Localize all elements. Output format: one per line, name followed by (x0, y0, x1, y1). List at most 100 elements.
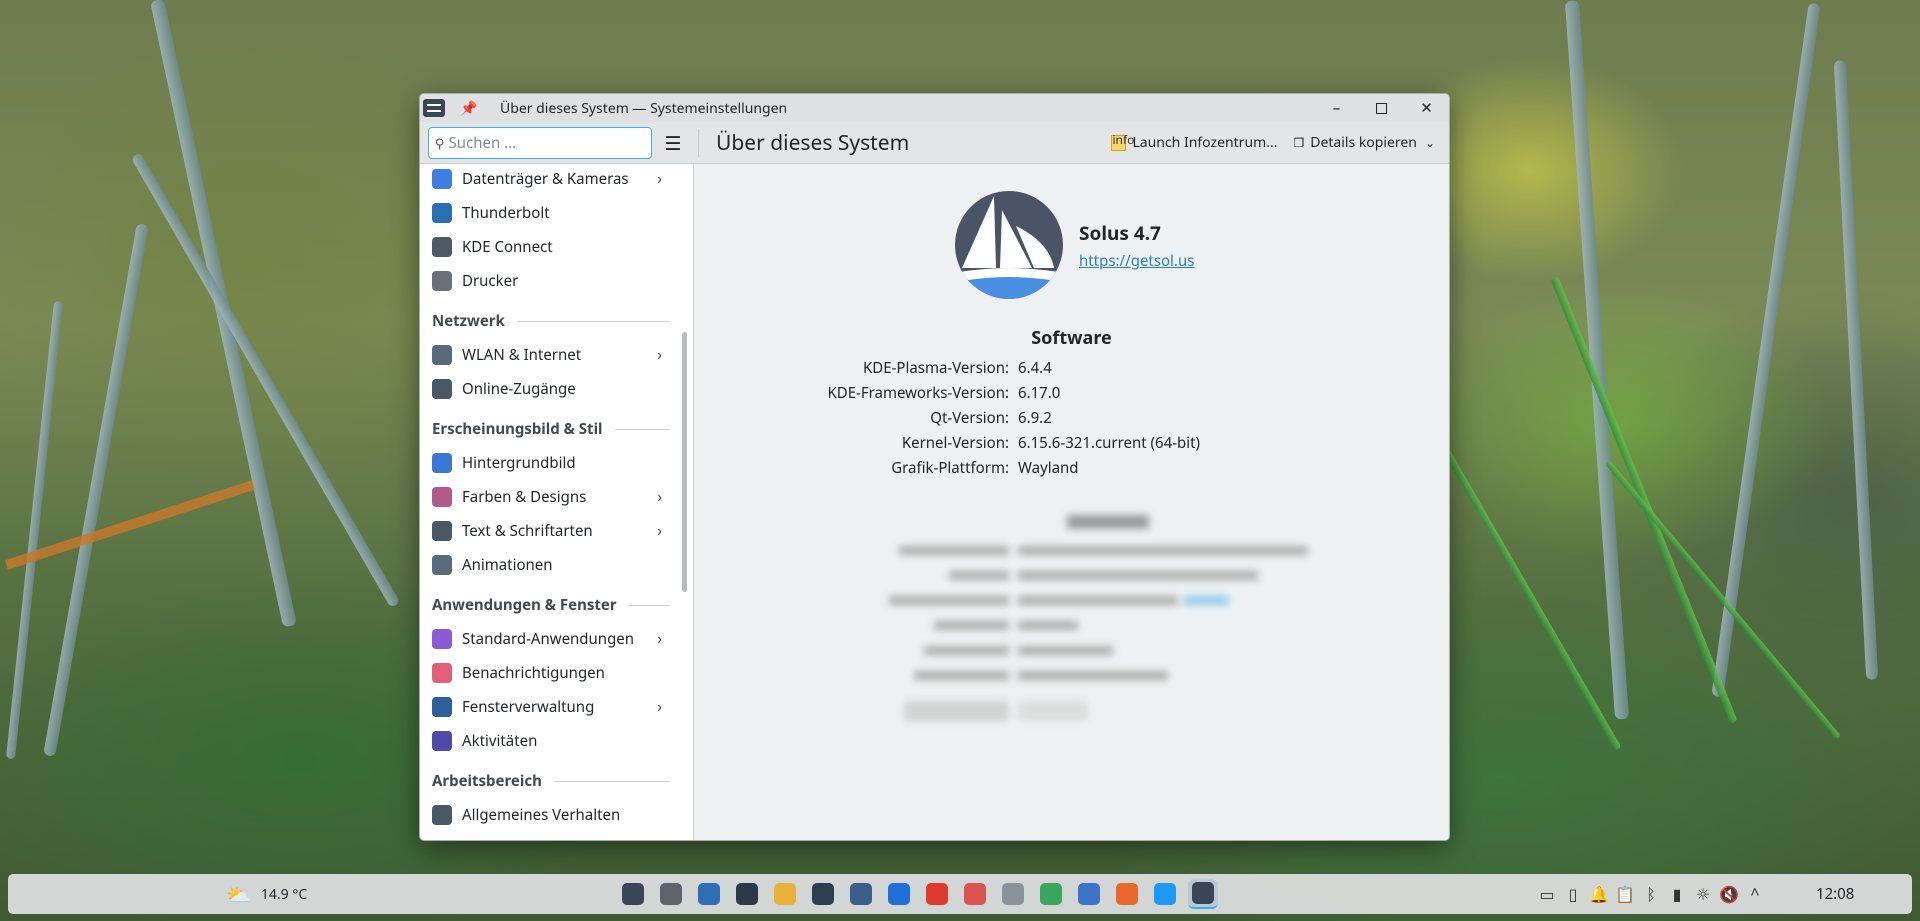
clock[interactable]: 12:08 (1816, 884, 1854, 904)
screen-icon[interactable]: ▭ (1534, 881, 1560, 907)
mail-task-button[interactable] (1074, 879, 1104, 909)
hardware-section-blurred (694, 511, 1449, 726)
uget-icon (888, 883, 910, 905)
notification-bell-icon[interactable]: 🔔 (1586, 881, 1612, 907)
terminal-task-button[interactable] (732, 879, 762, 909)
stacks-task-button[interactable] (1036, 879, 1066, 909)
search-task-button[interactable] (656, 879, 686, 909)
sidebar-item-colors[interactable]: Farben & Designs › (420, 480, 670, 514)
sidebar: Datenträger & Kameras › Thunderbolt KDE Con… (420, 164, 694, 840)
kde-icon (1154, 883, 1176, 905)
copy-details-label: Details kopieren (1310, 133, 1417, 152)
system-settings-window: 📌 Über dieses System — Systemeinstellung… (419, 93, 1450, 841)
solus-menu-task-button[interactable] (618, 879, 648, 909)
software-row: Kernel-Version: 6.15.6-321.current (64-bi… (694, 433, 1449, 458)
pdf-task-button[interactable] (922, 879, 952, 909)
distro-url-link[interactable]: https://getsol.us (1079, 251, 1194, 271)
software-value: 6.17.0 (1018, 383, 1061, 403)
window-title: Über dieses System — Systemeinstellungen (500, 98, 788, 118)
uget-task-button[interactable] (884, 879, 914, 909)
minimize-button[interactable]: – (1314, 94, 1359, 122)
kde-task-button[interactable] (1150, 879, 1180, 909)
brightness-icon[interactable]: ☼ (1690, 881, 1716, 907)
sidebar-item-online-accounts[interactable]: Online-Zugänge (420, 372, 670, 406)
sidebar-item-window-management[interactable]: Fensterverwaltung › (420, 690, 670, 724)
section-heading-label: Erscheinungsbild & Stil (432, 419, 603, 439)
pin-icon[interactable]: 📌 (459, 99, 479, 118)
sidebar-scrollbar[interactable] (682, 332, 687, 592)
chevron-right-icon: › (657, 697, 662, 717)
show-hidden-icon[interactable]: ^ (1742, 881, 1768, 907)
animations-icon (432, 555, 452, 575)
menu-icon: ☰ (664, 129, 682, 156)
chevron-right-icon: › (657, 487, 662, 507)
software-value: 6.4.4 (1018, 358, 1052, 378)
software-value: 6.9.2 (1018, 408, 1052, 428)
sidebar-item-printer[interactable]: Drucker (420, 264, 670, 298)
sidebar-item-activities[interactable]: Aktivitäten (420, 724, 670, 758)
sidebar-item-thunderbolt[interactable]: Thunderbolt (420, 196, 670, 230)
software-key: Grafik-Plattform: (891, 458, 1009, 478)
chevron-right-icon: › (657, 169, 662, 189)
pdf-arranger-task-button[interactable] (960, 879, 990, 909)
firefox-task-button[interactable] (1112, 879, 1142, 909)
software-key: Qt-Version: (930, 408, 1009, 428)
car-icon (850, 883, 872, 905)
copy-icon (1002, 883, 1024, 905)
firefox-icon (1116, 883, 1138, 905)
sidebar-item-default-apps[interactable]: Standard-Anwendungen › (420, 622, 670, 656)
terminal-icon (736, 883, 758, 905)
default-apps-icon (432, 629, 452, 649)
storage-icon[interactable]: ▯ (1560, 881, 1586, 907)
system-monitor-task-button[interactable] (694, 879, 724, 909)
search-field[interactable]: ⚲ Suchen ... (428, 126, 652, 159)
sidebar-item-drive-camera[interactable]: Datenträger & Kameras › (420, 164, 670, 196)
maximize-button[interactable] (1359, 94, 1404, 122)
battery-icon[interactable]: ▮ (1664, 881, 1690, 907)
copy-details-button[interactable]: ❐ Details kopieren ⌄ (1293, 133, 1435, 152)
bluetooth-icon[interactable]: ᛒ (1638, 881, 1664, 907)
sidebar-item-general-behavior[interactable]: Allgemeines Verhalten (420, 798, 670, 832)
stacks-icon (1040, 883, 1062, 905)
infocenter-icon: info (1111, 133, 1134, 151)
sidebar-item-animations[interactable]: Animationen (420, 548, 670, 582)
solus-menu-icon (622, 883, 644, 905)
section-divider (516, 320, 670, 322)
close-button[interactable]: ✕ (1404, 94, 1449, 122)
toolbar-separator (698, 128, 699, 157)
copy-task-button[interactable] (998, 879, 1028, 909)
system-settings-icon[interactable] (423, 99, 445, 117)
weather-widget[interactable]: ⛅ 14.9 °C (226, 881, 307, 908)
about-page: Solus 4.7 https://getsol.us Software KDE… (694, 164, 1449, 840)
sidebar-item-kde-connect[interactable]: KDE Connect (420, 230, 670, 264)
page-title: Über dieses System (716, 128, 910, 157)
sidebar-item-notifications[interactable]: Benachrichtigungen (420, 656, 670, 690)
drive-camera-icon (432, 169, 452, 189)
sidebar-item-wallpaper[interactable]: Hintergrundbild (420, 446, 670, 480)
sidebar-item-label: Allgemeines Verhalten (462, 805, 621, 825)
title-bar[interactable]: 📌 Über dieses System — Systemeinstellung… (420, 94, 1449, 122)
hamburger-menu-button[interactable]: ☰ (658, 128, 688, 158)
chevron-right-icon: › (657, 521, 662, 541)
sidebar-section-heading: Anwendungen & Fenster (420, 582, 670, 622)
chevron-right-icon: › (657, 345, 662, 365)
discover-task-button[interactable] (808, 879, 838, 909)
online-accounts-icon (432, 379, 452, 399)
car-task-button[interactable] (846, 879, 876, 909)
sidebar-item-network[interactable]: WLAN & Internet › (420, 338, 670, 372)
clipboard-icon[interactable]: 📋 (1612, 881, 1638, 907)
weather-temperature: 14.9 °C (260, 884, 308, 904)
search-input[interactable]: Suchen ... (449, 133, 517, 153)
software-value: 6.15.6-321.current (64-bit) (1018, 433, 1201, 453)
window-management-icon (432, 697, 452, 717)
software-table: KDE-Plasma-Version: 6.4.4 KDE-Frameworks-V… (694, 358, 1449, 483)
launch-infocenter-button[interactable]: info Launch Infozentrum... (1111, 133, 1277, 152)
weather-sun-cloud-icon: ⛅ (226, 880, 251, 908)
sidebar-item-fonts[interactable]: Text & Schriftarten › (420, 514, 670, 548)
files-task-button[interactable] (770, 879, 800, 909)
fonts-icon (432, 521, 452, 541)
settings-task-button[interactable] (1188, 879, 1218, 909)
software-key: KDE-Frameworks-Version: (827, 383, 1009, 403)
mute-icon[interactable]: 🔇 (1716, 881, 1742, 907)
sidebar-item-label: Thunderbolt (462, 203, 550, 223)
